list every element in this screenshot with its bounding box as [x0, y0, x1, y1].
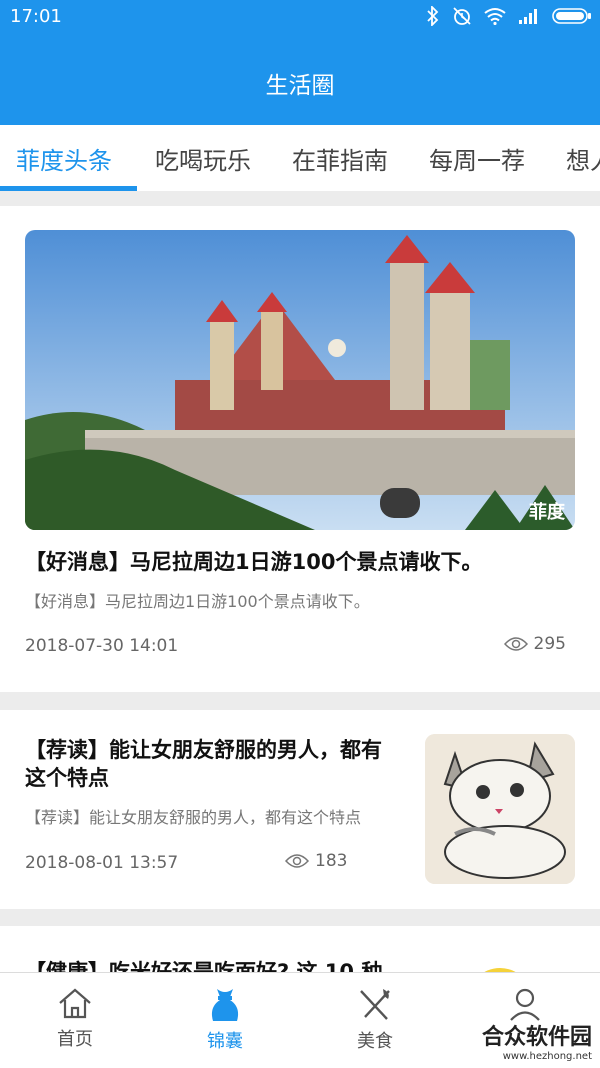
app-bar: 生活圈	[0, 34, 600, 125]
watermark-url: www.hezhong.net	[502, 1051, 592, 1062]
site-watermark: 合众软件园 www.hezhong.net	[482, 1019, 592, 1062]
eye-icon	[503, 637, 528, 651]
bag-icon	[211, 989, 239, 1021]
article-views: 295	[503, 634, 566, 654]
article-summary: 【荐读】能让女朋友舒服的男人，都有这个特点	[25, 808, 362, 827]
nav-label-home: 首页	[57, 1029, 93, 1050]
eye-icon	[285, 854, 309, 868]
page-title: 生活圈	[265, 73, 335, 99]
tab-guide[interactable]: 在菲指南	[292, 141, 388, 176]
tab-weekly-pick[interactable]: 每周一荐	[429, 141, 525, 176]
nav-home[interactable]: 首页	[25, 987, 125, 1051]
article-headline[interactable]: 【好消息】马尼拉周边1日游100个景点请收下。	[25, 546, 482, 576]
headline-line-1: 【荐读】能让女朋友舒服的男人，都有	[25, 738, 382, 762]
status-bar: 17:01	[0, 0, 600, 34]
category-tabs: 菲度头条 吃喝玩乐 在菲指南 每周一荐 想人	[0, 125, 600, 191]
headline-line-2: 这个特点	[25, 766, 109, 790]
user-icon	[510, 988, 540, 1021]
status-time: 17:01	[10, 6, 62, 27]
article-card[interactable]: 菲度 【好消息】马尼拉周边1日游100个景点请收下。 【好消息】马尼拉周边1日游…	[0, 206, 600, 692]
view-count: 183	[315, 851, 348, 871]
signal-icon	[519, 9, 537, 24]
bottom-navigation: 首页 锦囊 美食 合众软件园 www.hezhong.net	[0, 972, 600, 1068]
article-thumbnail-cat[interactable]	[425, 734, 575, 884]
article-views: 183	[285, 851, 347, 871]
article-headline[interactable]: 【荐读】能让女朋友舒服的男人，都有 这个特点	[25, 736, 415, 792]
view-count: 295	[533, 634, 566, 654]
tab-active-indicator	[0, 186, 137, 191]
wifi-icon	[484, 8, 506, 25]
nav-tips[interactable]: 锦囊	[175, 987, 275, 1053]
nav-label-tips: 锦囊	[207, 1031, 243, 1052]
image-watermark-badge: 菲度	[529, 502, 565, 523]
battery-icon	[552, 8, 591, 24]
article-image-castle[interactable]: 菲度	[25, 230, 575, 530]
nav-food[interactable]: 美食	[325, 987, 425, 1053]
utensils-icon	[360, 989, 390, 1020]
alarm-off-icon	[453, 7, 471, 25]
home-icon	[59, 988, 91, 1019]
nav-label-food: 美食	[357, 1031, 393, 1052]
bluetooth-icon	[427, 6, 439, 26]
watermark-text: 合众软件园	[481, 1025, 592, 1050]
article-date: 2018-08-01 13:57	[25, 853, 179, 873]
article-summary: 【好消息】马尼拉周边1日游100个景点请收下。	[25, 592, 370, 611]
tab-headlines[interactable]: 菲度头条	[16, 141, 112, 176]
article-card[interactable]: 【荐读】能让女朋友舒服的男人，都有 这个特点 【荐读】能让女朋友舒服的男人，都有…	[0, 710, 600, 909]
tab-food-fun[interactable]: 吃喝玩乐	[155, 141, 251, 176]
tab-more[interactable]: 想人	[566, 141, 600, 176]
status-icons	[426, 6, 592, 26]
article-date: 2018-07-30 14:01	[25, 636, 179, 656]
